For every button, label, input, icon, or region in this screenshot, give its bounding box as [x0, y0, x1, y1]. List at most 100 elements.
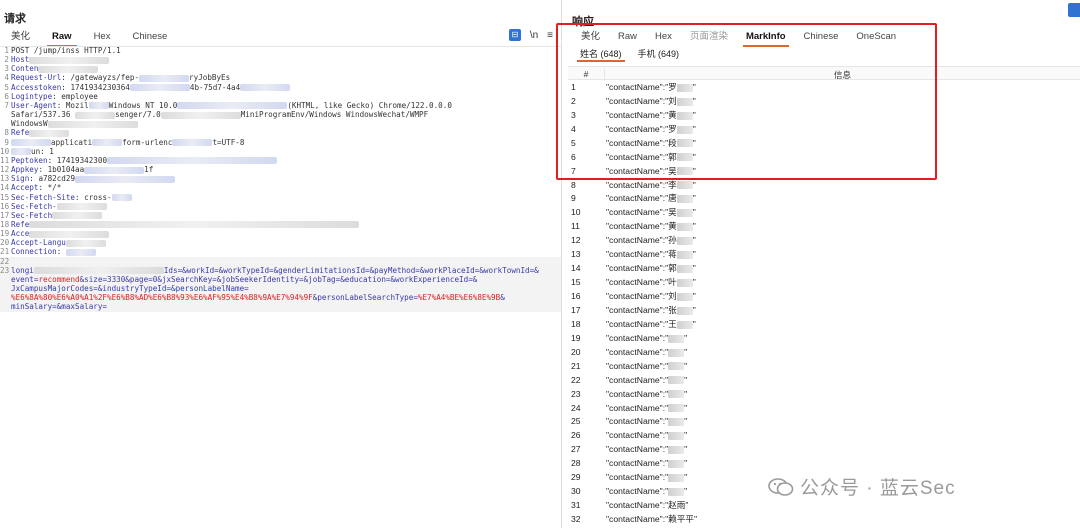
table-row[interactable]: 20 "contactName":" " [568, 345, 1080, 359]
row-value: "contactName":" " [604, 430, 687, 440]
row-value-prefix: "contactName":" [606, 458, 669, 469]
table-row[interactable]: 17 "contactName":"张 " [568, 303, 1080, 317]
row-value-prefix: "contactName":" [606, 430, 669, 441]
line-text: Sec-Fetch-Site: cross- [11, 193, 132, 202]
redacted-blur [65, 239, 106, 247]
row-index: 22 [571, 374, 581, 385]
row-value-prefix: "contactName":" [606, 374, 669, 385]
row-value: "contactName":"王 " [604, 318, 696, 330]
code-line: 7 User-Agent: Mozil Windows NT 10.0 (KHTML,… [0, 101, 561, 110]
row-value-prefix: "contactName":" [606, 472, 669, 483]
code-token: MiniProgramEnv/Windows WindowsWechat/WMP… [240, 110, 429, 120]
table-row[interactable]: 24 "contactName":" " [568, 401, 1080, 415]
request-tab-3[interactable]: Chinese [121, 30, 178, 46]
row-value-prefix: "contactName":" [606, 360, 669, 371]
redacted-blur [88, 102, 109, 110]
row-value-suffix: " [692, 179, 696, 190]
row-value-suffix: " [692, 304, 696, 315]
table-row[interactable]: 25 "contactName":" " [568, 415, 1080, 429]
row-value-suffix: " [684, 444, 688, 455]
request-tab-0[interactable]: 美化 [0, 30, 41, 46]
table-row[interactable]: 9 "contactName":"唐 " [568, 192, 1080, 206]
line-text: un: 1 [11, 147, 54, 156]
panel-toggle-button[interactable] [1068, 3, 1080, 17]
redacted-name-blur [676, 292, 693, 301]
code-token: Sign [11, 174, 30, 184]
code-token: Request-Url [11, 73, 62, 83]
line-text: minSalary=&maxSalary= [11, 302, 107, 311]
line-text: WindowsW [11, 119, 138, 128]
code-token: Refe [11, 128, 30, 138]
table-row[interactable]: 31 "contactName":"赵雨" [568, 498, 1080, 512]
wrap-toggle-icon[interactable]: ⊟ [508, 29, 521, 41]
table-row[interactable]: 22 "contactName":" " [568, 373, 1080, 387]
code-line: minSalary=&maxSalary= [0, 302, 561, 312]
table-row[interactable]: 27 "contactName":" " [568, 442, 1080, 456]
redacted-name-blur [676, 264, 693, 273]
line-text: Sign: a782cd29 [11, 174, 176, 184]
table-row[interactable]: 16 "contactName":"刘 " [568, 289, 1080, 303]
table-row[interactable]: 10 "contactName":"吴 " [568, 205, 1080, 219]
row-value-suffix: " [692, 249, 696, 260]
redacted-blur [129, 84, 190, 92]
row-index: 17 [571, 304, 581, 315]
row-index: 23 [571, 388, 581, 399]
code-line: 6 Logintype: employee [0, 92, 561, 101]
table-row[interactable]: 14 "contactName":"郭 " [568, 261, 1080, 275]
request-tab-1[interactable]: Raw [41, 30, 83, 47]
row-index: 20 [571, 346, 581, 357]
code-token: & [500, 293, 505, 303]
row-value-prefix: "contactName":"张 [606, 304, 677, 315]
table-row[interactable]: 19 "contactName":" " [568, 331, 1080, 345]
redacted-name-blur [668, 376, 685, 385]
code-token: : Mozil [56, 100, 89, 110]
code-line: 8 Refe [0, 128, 561, 137]
line-number: 15 [0, 192, 10, 202]
wechat-icon [768, 477, 794, 496]
line-number: 6 [4, 91, 9, 101]
table-row[interactable]: 12 "contactName":"孙 " [568, 233, 1080, 247]
code-token: un: 1 [31, 146, 54, 156]
table-row[interactable]: 26 "contactName":" " [568, 428, 1080, 442]
row-value-prefix: "contactName":"唐 [606, 193, 677, 204]
row-index: 21 [571, 360, 581, 371]
newline-toggle-icon[interactable]: \n [530, 30, 538, 41]
row-index: 8 [571, 179, 576, 190]
line-number: 9 [4, 137, 9, 147]
table-row[interactable]: 15 "contactName":"叶 " [568, 275, 1080, 289]
code-token: Windows NT 10.0 [108, 100, 178, 110]
table-row[interactable]: 13 "contactName":"蒋 " [568, 247, 1080, 261]
line-number: 7 [4, 100, 9, 110]
row-index: 26 [571, 430, 581, 441]
request-tab-2[interactable]: Hex [83, 30, 122, 46]
row-value: "contactName":"黄 " [604, 220, 696, 232]
request-toolbar: ⊟ \n ≡ [508, 29, 553, 41]
redacted-name-blur [668, 418, 685, 427]
line-number: 19 [0, 229, 10, 239]
row-index: 29 [571, 472, 581, 483]
row-value-prefix: "contactName":"赵雨" [606, 500, 689, 511]
menu-icon[interactable]: ≡ [547, 30, 553, 41]
code-line: 5 Accesstoken: 1741934230364 4b-75d7-4a4 [0, 83, 561, 92]
table-row[interactable]: 23 "contactName":" " [568, 387, 1080, 401]
code-line: 2 Host [0, 55, 561, 64]
table-row[interactable]: 28 "contactName":" " [568, 456, 1080, 470]
line-text: %E6%8A%80%E6%A0%A1%2F%E6%B8%AD%E6%B8%93%… [11, 293, 505, 302]
row-value-prefix: "contactName":" [606, 332, 669, 343]
request-editor[interactable]: 1 POST /jump/inss HTTP/1.1 2 Host 3 Conten 4 Re… [0, 46, 561, 528]
row-value-prefix: "contactName":"赖平平" [606, 514, 698, 525]
highlight-annotation-box [556, 23, 937, 180]
redacted-blur [29, 230, 110, 238]
redacted-blur [160, 111, 241, 119]
table-row[interactable]: 11 "contactName":"黄 " [568, 219, 1080, 233]
redacted-blur [47, 120, 138, 128]
line-text: Conten [11, 64, 99, 73]
table-row[interactable]: 21 "contactName":" " [568, 359, 1080, 373]
table-row[interactable]: 32 "contactName":"赖平平" [568, 512, 1080, 526]
code-token: ryJobByEs [189, 73, 231, 83]
row-value: "contactName":"吴 " [604, 206, 696, 218]
request-title: 请求 [4, 13, 26, 25]
table-row[interactable]: 18 "contactName":"王 " [568, 317, 1080, 331]
code-line: 11 Peptoken: 17419342300 [0, 156, 561, 165]
code-line: 10 un: 1 [0, 147, 561, 156]
